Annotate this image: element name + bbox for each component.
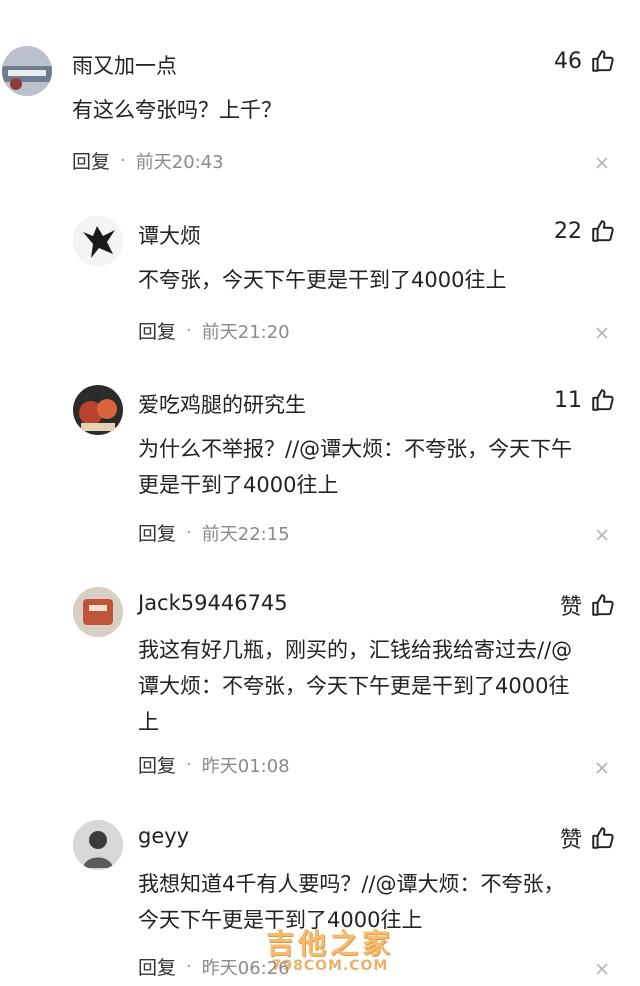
comment-text: 不夸张，今天下午更是干到了4000往上: [138, 268, 507, 292]
like-count: 11: [554, 387, 582, 413]
username[interactable]: geyy: [138, 824, 189, 848]
like-button[interactable]: 11: [554, 387, 616, 413]
thumbs-up-icon: [590, 825, 616, 851]
thumbs-up-icon: [590, 592, 616, 618]
avatar[interactable]: [73, 587, 123, 637]
comment-meta: 回复 · 前天21:20: [138, 317, 290, 344]
like-button[interactable]: 46: [554, 48, 616, 74]
close-icon[interactable]: [594, 527, 610, 543]
like-count: 赞: [559, 595, 582, 620]
separator-dot: ·: [186, 754, 192, 775]
thumbs-up-icon: [590, 387, 616, 413]
comment-meta: 回复 · 前天20:43: [72, 147, 224, 174]
timestamp: 前天22:15: [201, 523, 290, 545]
username[interactable]: Jack59446745: [138, 591, 288, 615]
timestamp: 昨天06:26: [201, 957, 290, 979]
username[interactable]: 爱吃鸡腿的研究生: [138, 389, 306, 419]
reply-button[interactable]: 回复: [138, 317, 176, 344]
comment-meta: 回复 · 前天22:15: [138, 519, 290, 546]
reply-button[interactable]: 回复: [138, 953, 176, 980]
username[interactable]: 谭大烦: [138, 220, 201, 250]
timestamp: 昨天01:08: [201, 755, 290, 777]
thumbs-up-icon: [590, 48, 616, 74]
like-count: 46: [554, 48, 582, 74]
avatar[interactable]: [73, 216, 123, 266]
like-button[interactable]: 22: [554, 218, 616, 244]
comment-meta: 回复 · 昨天01:08: [138, 751, 290, 778]
timestamp: 前天20:43: [135, 151, 224, 173]
avatar[interactable]: [2, 46, 52, 96]
close-icon[interactable]: [594, 760, 610, 776]
like-button[interactable]: 赞: [560, 822, 616, 854]
avatar[interactable]: [73, 385, 123, 435]
username[interactable]: 雨又加一点: [72, 50, 177, 80]
close-icon[interactable]: [594, 961, 610, 977]
like-button[interactable]: 赞: [560, 589, 616, 621]
separator-dot: ·: [186, 320, 192, 341]
reply-button[interactable]: 回复: [138, 751, 176, 778]
comment-meta: 回复 · 昨天06:26: [138, 953, 290, 980]
close-icon[interactable]: [594, 155, 610, 171]
comment-text: 我这有好几瓶，刚买的，汇钱给我给寄过去//@ 谭大烦：不夸张，今天下午更是干到了…: [138, 638, 573, 734]
close-icon[interactable]: [594, 325, 610, 341]
reply-button[interactable]: 回复: [138, 519, 176, 546]
separator-dot: ·: [186, 522, 192, 543]
reply-button[interactable]: 回复: [72, 147, 110, 174]
comment-text: 有这么夸张吗？上千？: [72, 98, 282, 122]
timestamp: 前天21:20: [201, 321, 290, 343]
thumbs-up-icon: [590, 218, 616, 244]
like-count: 22: [554, 218, 582, 244]
like-count: 赞: [559, 828, 582, 853]
separator-dot: ·: [120, 150, 126, 171]
avatar[interactable]: [73, 820, 123, 870]
separator-dot: ·: [186, 956, 192, 977]
comment-text: 为什么不举报？//@谭大烦：不夸张，今天下午 更是干到了4000往上: [138, 437, 573, 497]
comment-text: 我想知道4千有人要吗？//@谭大烦：不夸张， 今天下午更是干到了4000往上: [138, 872, 565, 932]
